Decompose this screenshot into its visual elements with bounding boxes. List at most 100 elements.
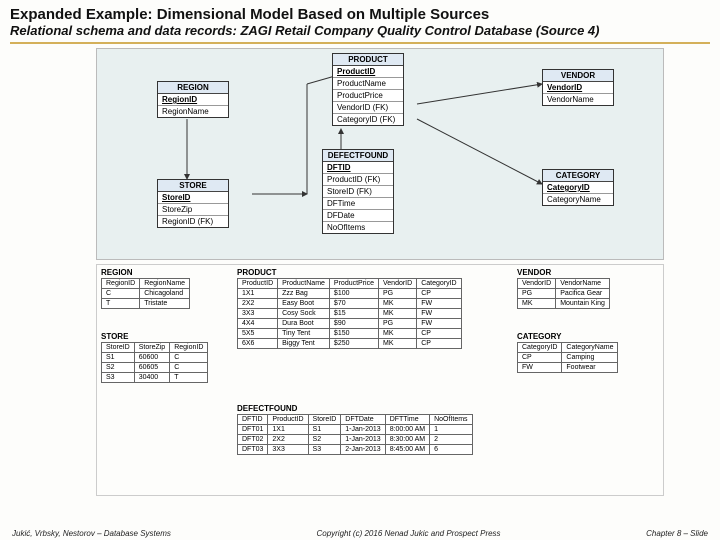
cell: 5X5 <box>238 329 278 339</box>
entity-row: ProductID <box>333 66 403 78</box>
col-header: DFTDate <box>341 415 385 425</box>
entity-row: ProductID (FK) <box>323 174 393 186</box>
table-name: DEFECTFOUND <box>237 403 473 414</box>
table-region: REGION RegionIDRegionNameCChicagolandTTr… <box>101 267 190 309</box>
cell: DFT01 <box>238 425 268 435</box>
col-header: CategoryID <box>518 343 562 353</box>
cell: Biggy Tent <box>278 339 330 349</box>
table-row: CChicagoland <box>102 289 190 299</box>
cell: T <box>102 299 140 309</box>
table-row: S260605C <box>102 363 208 373</box>
col-header: StoreZip <box>134 343 169 353</box>
entity-row: VendorName <box>543 94 613 105</box>
entity-header: CATEGORY <box>543 170 613 182</box>
cell: 8:30:00 AM <box>385 435 429 445</box>
cell: $100 <box>329 289 378 299</box>
cell: MK <box>379 339 417 349</box>
cell: MK <box>518 299 556 309</box>
entity-row: CategoryID <box>543 182 613 194</box>
cell: Footwear <box>562 363 618 373</box>
entity-row: NoOfItems <box>323 222 393 233</box>
cell: MK <box>379 329 417 339</box>
table-category: CATEGORY CategoryIDCategoryNameCPCamping… <box>517 331 618 373</box>
table-row: 6X6Biggy Tent$250MKCP <box>238 339 462 349</box>
entity-row: DFTID <box>323 162 393 174</box>
col-header: ProductID <box>268 415 308 425</box>
cell: 2X2 <box>238 299 278 309</box>
entity-row: DFDate <box>323 210 393 222</box>
col-header: VendorID <box>379 279 417 289</box>
cell: Easy Boot <box>278 299 330 309</box>
table-name: VENDOR <box>517 267 610 278</box>
cell: S3 <box>102 373 135 383</box>
table-row: 1X1Zzz Bag$100PGCP <box>238 289 462 299</box>
entity-row: ProductPrice <box>333 90 403 102</box>
entity-row: StoreZip <box>158 204 228 216</box>
cell: 60600 <box>134 353 169 363</box>
cell: S3 <box>308 445 341 455</box>
entity-header: REGION <box>158 82 228 94</box>
col-header: DFTID <box>238 415 268 425</box>
entity-vendor: VENDOR VendorID VendorName <box>542 69 614 106</box>
entity-header: PRODUCT <box>333 54 403 66</box>
col-header: StoreID <box>308 415 341 425</box>
table-row: PGPacifica Gear <box>518 289 610 299</box>
cell: 60605 <box>134 363 169 373</box>
cell: C <box>170 353 208 363</box>
table-row: 3X3Cosy Sock$15MKFW <box>238 309 462 319</box>
table-row: S330400T <box>102 373 208 383</box>
cell: S2 <box>102 363 135 373</box>
entity-row: StoreID <box>158 192 228 204</box>
table-name: REGION <box>101 267 190 278</box>
col-header: VendorID <box>518 279 556 289</box>
cell: 30400 <box>134 373 169 383</box>
table-row: 2X2Easy Boot$70MKFW <box>238 299 462 309</box>
cell: CP <box>417 289 461 299</box>
cell: Zzz Bag <box>278 289 330 299</box>
table-name: PRODUCT <box>237 267 462 278</box>
cell: 3X3 <box>238 309 278 319</box>
table-row: MKMountain King <box>518 299 610 309</box>
cell: 8:45:00 AM <box>385 445 429 455</box>
table-row: DFT033X3S32-Jan-20138:45:00 AM6 <box>238 445 473 455</box>
footer: Jukić, Vrbsky, Nestorov – Database Syste… <box>0 529 720 538</box>
cell: FW <box>417 319 461 329</box>
cell: 2-Jan-2013 <box>341 445 385 455</box>
col-header: RegionName <box>140 279 190 289</box>
cell: 2 <box>430 435 472 445</box>
cell: CP <box>417 339 461 349</box>
cell: T <box>170 373 208 383</box>
col-header: ProductPrice <box>329 279 378 289</box>
entity-defectfound: DEFECTFOUND DFTID ProductID (FK) StoreID… <box>322 149 394 234</box>
cell: 1-Jan-2013 <box>341 435 385 445</box>
entity-row: StoreID (FK) <box>323 186 393 198</box>
divider <box>10 42 710 44</box>
cell: 1X1 <box>238 289 278 299</box>
table-name: STORE <box>101 331 208 342</box>
cell: Chicagoland <box>140 289 190 299</box>
table-row: CPCamping <box>518 353 618 363</box>
table-row: FWFootwear <box>518 363 618 373</box>
cell: 2X2 <box>268 435 308 445</box>
cell: 1X1 <box>268 425 308 435</box>
cell: CP <box>417 329 461 339</box>
cell: CP <box>518 353 562 363</box>
cell: DFT02 <box>238 435 268 445</box>
schema-diagram: REGION RegionID RegionName STORE StoreID… <box>96 48 664 260</box>
entity-row: ProductName <box>333 78 403 90</box>
table-row: DFT011X1S11-Jan-20138:00:00 AM1 <box>238 425 473 435</box>
col-header: NoOfItems <box>430 415 472 425</box>
cell: 6 <box>430 445 472 455</box>
cell: C <box>102 289 140 299</box>
col-header: ProductID <box>238 279 278 289</box>
col-header: DFTTime <box>385 415 429 425</box>
cell: MK <box>379 299 417 309</box>
cell: C <box>170 363 208 373</box>
cell: Tristate <box>140 299 190 309</box>
col-header: CategoryName <box>562 343 618 353</box>
col-header: VendorName <box>556 279 610 289</box>
entity-row: CategoryName <box>543 194 613 205</box>
cell: PG <box>379 289 417 299</box>
footer-right: Chapter 8 – Slide <box>646 529 708 538</box>
cell: $90 <box>329 319 378 329</box>
